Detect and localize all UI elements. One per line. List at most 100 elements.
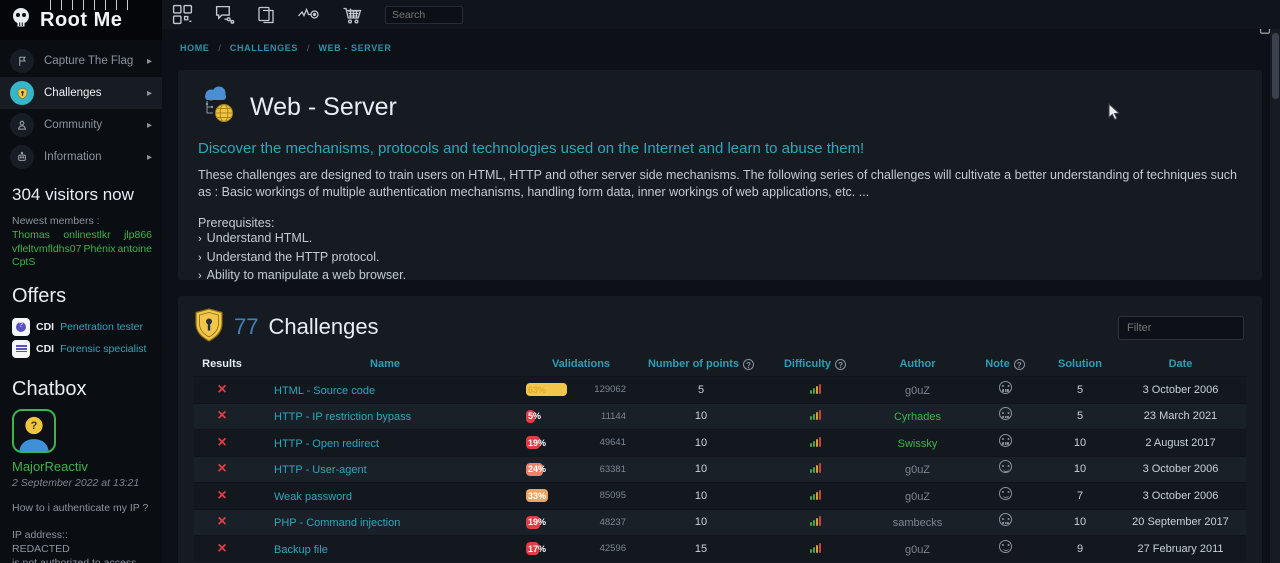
col-date[interactable]: Date xyxy=(1115,358,1246,370)
member-link[interactable]: vfleltvmfldhs07 xyxy=(12,243,81,256)
challenge-link[interactable]: HTTP - Open redirect xyxy=(274,438,379,450)
points-value: 10 xyxy=(642,410,760,422)
activity-target-icon[interactable] xyxy=(297,5,321,25)
prerequisites-label: Prerequisites: xyxy=(198,216,1242,230)
note-smiley-icon xyxy=(999,487,1012,500)
table-row: HTTP - IP restriction bypass 5% 11144 10… xyxy=(194,403,1246,430)
chevron-right-icon: ▸ xyxy=(147,56,152,67)
not-validated-icon xyxy=(217,434,226,451)
author-link[interactable]: Cyrhades xyxy=(894,411,941,423)
challenge-link[interactable]: PHP - Command injection xyxy=(274,517,400,529)
offer-link[interactable]: Penetration tester xyxy=(60,321,143,333)
col-note[interactable]: Note? xyxy=(965,358,1045,370)
challenges-table-body: HTML - Source code 63% 129062 5 g0uZ 5 3… xyxy=(194,376,1246,562)
member-link[interactable]: Phénix xyxy=(83,243,115,256)
page-description: These challenges are designed to train u… xyxy=(198,167,1242,200)
skull-icon xyxy=(10,6,32,35)
points-value: 10 xyxy=(642,437,760,449)
member-link[interactable]: CptS xyxy=(12,256,35,269)
member-link[interactable]: Thomas xyxy=(12,229,50,242)
scrollbar-thumb[interactable] xyxy=(1272,33,1279,99)
member-link[interactable]: onlinestlkr xyxy=(63,229,110,242)
note-smiley-icon xyxy=(999,540,1012,553)
shop-cart-icon[interactable] xyxy=(342,5,364,25)
solution-count: 9 xyxy=(1045,543,1115,555)
table-row: HTML - Source code 63% 129062 5 g0uZ 5 3… xyxy=(194,376,1246,403)
sidebar: Root Me Capture The Flag ▸ Challenges ▸ xyxy=(0,0,162,563)
date-value: 23 March 2021 xyxy=(1115,410,1246,422)
chevron-right-icon: ▸ xyxy=(147,152,152,163)
col-author[interactable]: Author xyxy=(870,358,965,370)
validation-badge: 63% xyxy=(526,383,567,396)
col-name[interactable]: Name xyxy=(250,358,520,370)
help-icon[interactable]: ? xyxy=(1014,359,1025,370)
author-link[interactable]: g0uZ xyxy=(905,544,930,556)
sidebar-item-challenges[interactable]: Challenges ▸ xyxy=(0,77,162,109)
col-difficulty[interactable]: Difficulty? xyxy=(760,358,870,370)
validation-count: 49641 xyxy=(600,437,626,448)
note-smiley-icon xyxy=(999,434,1012,447)
breadcrumb: HOME / CHALLENGES / WEB - SERVER xyxy=(180,43,392,53)
challenge-link[interactable]: HTTP - User-agent xyxy=(274,464,367,476)
date-value: 3 October 2006 xyxy=(1115,384,1246,396)
challenge-link[interactable]: Weak password xyxy=(274,491,352,503)
col-points[interactable]: Number of points? xyxy=(642,358,760,370)
offer-link[interactable]: Forensic specialist xyxy=(60,343,146,355)
chevron-bullet-icon: › xyxy=(198,270,202,282)
author-link[interactable]: sambecks xyxy=(893,517,943,529)
validation-badge: 33% xyxy=(526,489,548,502)
author-link[interactable]: Swissky xyxy=(898,438,938,450)
offer-item: CDI Penetration tester xyxy=(0,316,162,338)
sidebar-item-label: Information xyxy=(44,151,147,163)
note-smiley-icon xyxy=(999,407,1012,420)
breadcrumb-challenges[interactable]: CHALLENGES xyxy=(230,43,298,53)
validation-count: 129062 xyxy=(594,384,626,395)
sidebar-item-community[interactable]: Community ▸ xyxy=(0,109,162,141)
logo-strings-decoration xyxy=(40,0,132,10)
logo[interactable]: Root Me xyxy=(0,0,162,40)
root-me-app: Root Me Capture The Flag ▸ Challenges ▸ xyxy=(0,0,1280,563)
breadcrumb-web-server[interactable]: WEB - SERVER xyxy=(318,43,391,53)
validation-badge: 5% xyxy=(526,410,535,423)
challenge-link[interactable]: HTML - Source code xyxy=(274,385,375,397)
help-icon[interactable]: ? xyxy=(743,359,754,370)
solution-count: 7 xyxy=(1045,490,1115,502)
sidebar-item-information[interactable]: Information ▸ xyxy=(0,141,162,173)
web-server-category-icon xyxy=(198,86,238,129)
page-subtitle: Discover the mechanisms, protocols and t… xyxy=(198,140,1242,157)
challenge-link[interactable]: Backup file xyxy=(274,544,328,556)
points-value: 10 xyxy=(642,516,760,528)
chat-username-link[interactable]: MajorReactiv xyxy=(0,453,162,474)
col-results: Results xyxy=(194,358,250,370)
date-value: 27 February 2011 xyxy=(1115,543,1246,555)
challenge-categories-icon[interactable] xyxy=(172,4,193,25)
author-link[interactable]: g0uZ xyxy=(905,385,930,397)
validation-badge: 17% xyxy=(526,542,539,555)
points-value: 10 xyxy=(642,463,760,475)
member-link[interactable]: antoine xyxy=(118,243,152,256)
chatbox-title: Chatbox xyxy=(0,360,162,409)
col-solution[interactable]: Solution xyxy=(1045,358,1115,370)
author-link[interactable]: g0uZ xyxy=(905,464,930,476)
sidebar-item-capture-the-flag[interactable]: Capture The Flag ▸ xyxy=(0,45,162,77)
forum-chat-icon[interactable] xyxy=(214,4,235,25)
help-icon[interactable]: ? xyxy=(835,359,846,370)
search-input[interactable] xyxy=(385,6,463,24)
points-value: 10 xyxy=(642,490,760,502)
avatar[interactable]: ? xyxy=(12,409,56,453)
col-validations[interactable]: Validations xyxy=(520,358,642,370)
offer-item: CDI Forensic specialist xyxy=(0,338,162,360)
offers-title: Offers xyxy=(0,269,162,316)
validation-badge: 19% xyxy=(526,516,540,529)
challenges-count: 77 xyxy=(234,314,258,340)
documents-icon[interactable] xyxy=(256,5,276,25)
chevron-bullet-icon: › xyxy=(198,252,202,264)
page-scrollbar[interactable] xyxy=(1270,29,1280,563)
filter-input[interactable] xyxy=(1118,316,1244,340)
breadcrumb-home[interactable]: HOME xyxy=(180,43,209,53)
member-link[interactable]: jlp866 xyxy=(124,229,152,242)
not-validated-icon xyxy=(217,513,226,530)
challenge-link[interactable]: HTTP - IP restriction bypass xyxy=(274,411,411,423)
not-validated-icon xyxy=(217,407,226,424)
author-link[interactable]: g0uZ xyxy=(905,491,930,503)
